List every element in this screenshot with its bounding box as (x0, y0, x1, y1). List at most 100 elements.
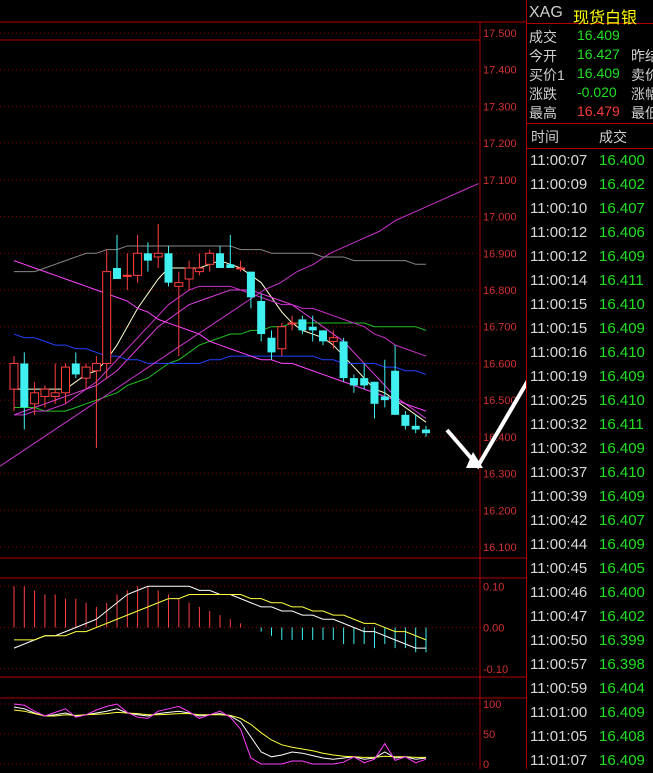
price-tick-label: 17.500 (483, 28, 517, 40)
ticks-header: 时间 成交 (527, 123, 653, 149)
tick-price: 16.402 (599, 176, 645, 193)
tick-row: 11:00:37 16.410 (527, 461, 653, 485)
quote-row: 最高 16.479 最低 (527, 102, 653, 121)
kdj-tick-label: 0 (483, 759, 489, 769)
tick-price: 16.407 (599, 200, 645, 217)
price-axis: 17.500 17.400 17.300 17.200 17.100 17.000 16.9… (483, 28, 517, 554)
tick-time: 11:00:45 (530, 560, 588, 577)
tick-time: 11:00:32 (530, 440, 588, 457)
quote-extra-label: 昨结 (631, 48, 653, 64)
tick-time: 11:00:42 (530, 512, 588, 529)
kdj-tick-label: 50 (483, 729, 495, 741)
symbol-code: XAG (529, 4, 563, 21)
tick-price: 16.410 (599, 344, 645, 361)
quote-extra-label: 卖价 (631, 67, 653, 83)
candle-body (174, 282, 184, 287)
price-tick-label: 16.100 (483, 542, 517, 554)
candle-body (164, 253, 173, 283)
candle-body (349, 378, 358, 386)
tick-time: 11:01:07 (530, 752, 588, 769)
tick-row: 11:00:15 16.409 (527, 317, 653, 341)
quote-value: 16.409 (577, 65, 620, 81)
candle-body (401, 414, 410, 426)
tick-time: 11:00:50 (530, 632, 588, 649)
kdj-panel: 100 50 0 (0, 699, 501, 769)
candle-body (205, 252, 215, 265)
tick-price: 16.404 (599, 680, 645, 697)
candle-body (287, 322, 297, 325)
ticks-header-price: 成交 (599, 129, 627, 145)
tick-price: 16.405 (599, 560, 645, 577)
candle-body (184, 267, 194, 280)
macd-tick-label: 0.00 (483, 623, 504, 635)
tick-row: 11:00:12 16.409 (527, 245, 653, 269)
quote-panel: XAG 现货白银 成交 16.409 今开 16.427 昨结 买价1 16.409 卖价 涨跌… (526, 0, 653, 769)
tick-price: 16.409 (599, 320, 645, 337)
tick-row: 11:00:39 16.409 (527, 485, 653, 509)
tick-price: 16.411 (599, 416, 644, 433)
candle-body (339, 341, 348, 379)
tick-price: 16.408 (599, 728, 645, 745)
quote-row: 涨跌 -0.020 涨幅 (527, 83, 653, 102)
price-tick-label: 16.600 (483, 358, 517, 370)
chart-frame (0, 21, 526, 769)
candlestick-chart[interactable]: 0.100.00-0.10 100500 17.50017.40017.3001… (0, 0, 526, 769)
candle-body (194, 267, 204, 273)
tick-row: 11:00:10 16.407 (527, 197, 653, 221)
candle-body (9, 362, 19, 390)
tick-row: 11:00:19 16.409 (527, 365, 653, 389)
candle-body (328, 337, 338, 342)
macd-panel: 0.10 0.00 -0.10 (0, 581, 508, 676)
tick-row: 11:00:32 16.409 (527, 437, 653, 461)
candle-body (360, 378, 369, 386)
candle-body (257, 301, 266, 335)
candle-body (50, 392, 60, 397)
quote-value: 16.409 (577, 27, 620, 43)
tick-time: 11:00:32 (530, 416, 588, 433)
candle-body (216, 253, 224, 268)
price-tick-label: 16.400 (483, 432, 517, 444)
tick-time: 11:00:14 (530, 272, 588, 289)
tick-time: 11:00:15 (530, 296, 588, 313)
candle-body (20, 363, 29, 408)
quote-extra-label: 最低 (631, 105, 653, 121)
tick-row: 11:01:00 16.409 (527, 701, 653, 725)
candle-body (246, 271, 255, 298)
candle-body (319, 330, 327, 342)
candle-body (267, 337, 276, 353)
quote-extra-label: 涨幅 (631, 86, 653, 102)
candle-body (236, 267, 246, 270)
candle-body (308, 326, 317, 331)
tick-price: 16.409 (599, 536, 645, 553)
tick-price: 16.409 (599, 704, 645, 721)
quote-row: 成交 16.409 (527, 26, 653, 45)
tick-price: 16.407 (599, 512, 645, 529)
tick-time: 11:00:25 (530, 392, 588, 409)
price-tick-label: 17.400 (483, 65, 517, 77)
candle-body (113, 267, 121, 279)
price-tick-label: 16.800 (483, 285, 517, 297)
tick-row: 11:00:44 16.409 (527, 533, 653, 557)
candle-body (370, 381, 379, 404)
tick-price: 16.410 (599, 464, 645, 481)
price-tick-label: 17.300 (483, 101, 517, 113)
tick-time: 11:00:07 (530, 152, 588, 169)
tick-price: 16.398 (599, 656, 645, 673)
tick-time: 11:00:57 (530, 656, 588, 673)
price-tick-label: 17.200 (483, 138, 517, 150)
tick-row: 11:00:42 16.407 (527, 509, 653, 533)
tick-row: 11:00:12 16.406 (527, 221, 653, 245)
kdj-tick-label: 100 (483, 699, 501, 711)
tick-row: 11:00:45 16.405 (527, 557, 653, 581)
candle-body (61, 366, 70, 394)
tick-row: 11:01:05 16.408 (527, 725, 653, 749)
macd-tick-label: -0.10 (483, 664, 508, 676)
candle-body (40, 388, 50, 397)
candle-body (143, 253, 152, 261)
tick-time: 11:00:12 (530, 224, 588, 241)
quote-value: 16.427 (577, 46, 620, 62)
price-tick-label: 16.900 (483, 248, 517, 260)
candle-body (153, 252, 163, 258)
candle-body (422, 429, 430, 434)
tick-time: 11:01:05 (530, 728, 588, 745)
